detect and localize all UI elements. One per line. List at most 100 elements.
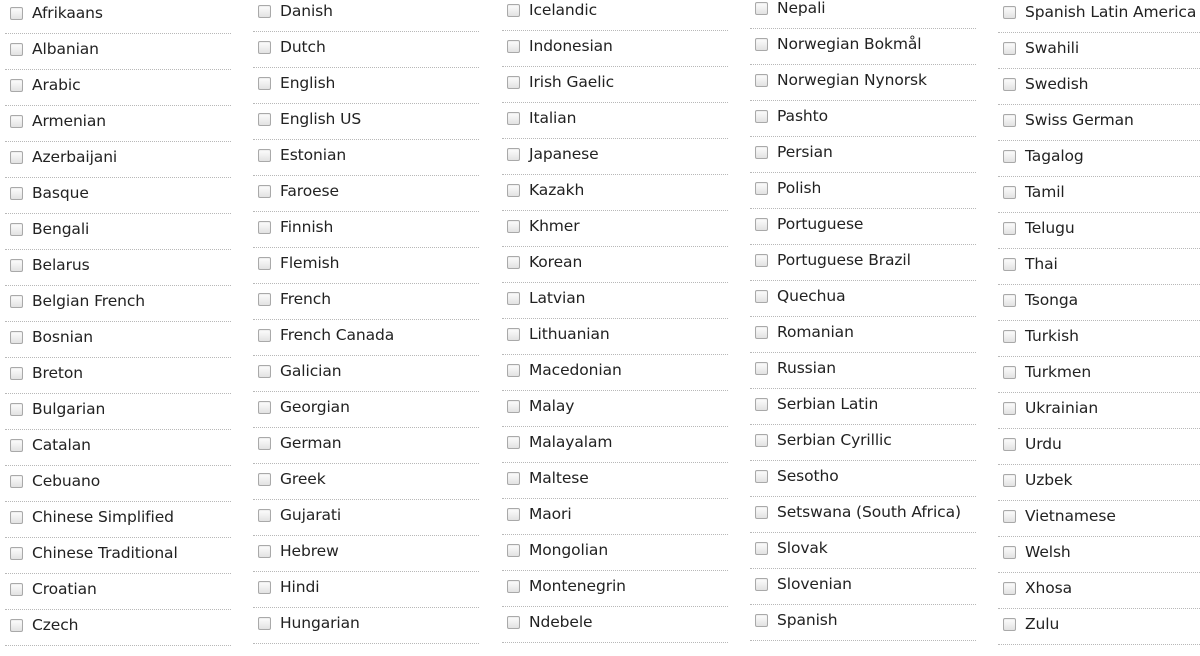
language-label[interactable]: Czech bbox=[32, 616, 78, 634]
checkbox[interactable] bbox=[258, 221, 271, 234]
language-option[interactable]: Khmer bbox=[502, 211, 728, 247]
language-option[interactable]: Albanian bbox=[5, 34, 231, 70]
language-label[interactable]: Gujarati bbox=[280, 506, 341, 524]
language-option[interactable]: Estonian bbox=[253, 140, 479, 176]
checkbox[interactable] bbox=[1003, 222, 1016, 235]
language-label[interactable]: Kazakh bbox=[529, 181, 584, 199]
language-label[interactable]: Croatian bbox=[32, 580, 97, 598]
language-label[interactable]: Greek bbox=[280, 470, 326, 488]
checkbox[interactable] bbox=[10, 439, 23, 452]
language-option[interactable]: Malay bbox=[502, 391, 728, 427]
checkbox[interactable] bbox=[755, 182, 768, 195]
language-label[interactable]: Galician bbox=[280, 362, 342, 380]
language-option[interactable]: Tsonga bbox=[998, 285, 1200, 321]
language-option[interactable]: Ukrainian bbox=[998, 393, 1200, 429]
language-label[interactable]: Afrikaans bbox=[32, 4, 103, 22]
checkbox[interactable] bbox=[10, 151, 23, 164]
checkbox[interactable] bbox=[10, 619, 23, 632]
language-option[interactable]: Italian bbox=[502, 103, 728, 139]
checkbox[interactable] bbox=[755, 74, 768, 87]
language-label[interactable]: Macedonian bbox=[529, 361, 622, 379]
checkbox[interactable] bbox=[507, 508, 520, 521]
checkbox[interactable] bbox=[755, 254, 768, 267]
language-label[interactable]: Georgian bbox=[280, 398, 350, 416]
language-label[interactable]: Turkish bbox=[1025, 327, 1079, 345]
language-option[interactable]: Tamil bbox=[998, 177, 1200, 213]
language-option[interactable]: Spanish bbox=[750, 605, 976, 641]
language-label[interactable]: Zulu bbox=[1025, 615, 1059, 633]
checkbox[interactable] bbox=[755, 110, 768, 123]
language-label[interactable]: Polish bbox=[777, 179, 821, 197]
language-label[interactable]: Albanian bbox=[32, 40, 99, 58]
language-label[interactable]: Mongolian bbox=[529, 541, 608, 559]
language-option[interactable]: Basque bbox=[5, 178, 231, 214]
checkbox[interactable] bbox=[755, 146, 768, 159]
language-label[interactable]: Arabic bbox=[32, 76, 81, 94]
language-label[interactable]: Hindi bbox=[280, 578, 320, 596]
language-label[interactable]: Quechua bbox=[777, 287, 846, 305]
checkbox[interactable] bbox=[1003, 510, 1016, 523]
language-option[interactable]: Breton bbox=[5, 358, 231, 394]
checkbox[interactable] bbox=[507, 4, 520, 17]
checkbox[interactable] bbox=[258, 545, 271, 558]
checkbox[interactable] bbox=[755, 470, 768, 483]
language-label[interactable]: Azerbaijani bbox=[32, 148, 117, 166]
checkbox[interactable] bbox=[1003, 6, 1016, 19]
checkbox[interactable] bbox=[507, 40, 520, 53]
language-option[interactable]: Belarus bbox=[5, 250, 231, 286]
language-label[interactable]: Bosnian bbox=[32, 328, 93, 346]
language-label[interactable]: Catalan bbox=[32, 436, 91, 454]
language-label[interactable]: Hungarian bbox=[280, 614, 360, 632]
language-option[interactable]: Ndebele bbox=[502, 607, 728, 643]
checkbox[interactable] bbox=[1003, 618, 1016, 631]
language-option[interactable]: Bulgarian bbox=[5, 394, 231, 430]
language-label[interactable]: Swiss German bbox=[1025, 111, 1134, 129]
language-option[interactable]: Dutch bbox=[253, 32, 479, 68]
checkbox[interactable] bbox=[258, 185, 271, 198]
checkbox[interactable] bbox=[10, 187, 23, 200]
checkbox[interactable] bbox=[258, 257, 271, 270]
language-option[interactable]: Afrikaans bbox=[5, 0, 231, 34]
checkbox[interactable] bbox=[1003, 258, 1016, 271]
language-option[interactable]: Finnish bbox=[253, 212, 479, 248]
language-option[interactable]: Cebuano bbox=[5, 466, 231, 502]
checkbox[interactable] bbox=[1003, 366, 1016, 379]
language-option[interactable]: Maltese bbox=[502, 463, 728, 499]
checkbox[interactable] bbox=[507, 292, 520, 305]
language-option[interactable]: Malayalam bbox=[502, 427, 728, 463]
language-option[interactable]: Nepali bbox=[750, 0, 976, 29]
language-option[interactable]: Japanese bbox=[502, 139, 728, 175]
checkbox[interactable] bbox=[10, 511, 23, 524]
checkbox[interactable] bbox=[755, 38, 768, 51]
language-label[interactable]: Chinese Simplified bbox=[32, 508, 174, 526]
language-label[interactable]: Norwegian Nynorsk bbox=[777, 71, 927, 89]
checkbox[interactable] bbox=[507, 616, 520, 629]
checkbox[interactable] bbox=[507, 220, 520, 233]
language-label[interactable]: Norwegian Bokmål bbox=[777, 35, 922, 53]
language-option[interactable]: Vietnamese bbox=[998, 501, 1200, 537]
language-label[interactable]: Nepali bbox=[777, 0, 826, 17]
language-option[interactable]: Montenegrin bbox=[502, 571, 728, 607]
checkbox[interactable] bbox=[1003, 546, 1016, 559]
checkbox[interactable] bbox=[10, 547, 23, 560]
language-label[interactable]: Spanish bbox=[777, 611, 838, 629]
language-label[interactable]: Thai bbox=[1025, 255, 1058, 273]
checkbox[interactable] bbox=[755, 398, 768, 411]
checkbox[interactable] bbox=[507, 400, 520, 413]
checkbox[interactable] bbox=[507, 112, 520, 125]
language-label[interactable]: Maltese bbox=[529, 469, 589, 487]
checkbox[interactable] bbox=[258, 149, 271, 162]
language-option[interactable]: Chinese Simplified bbox=[5, 502, 231, 538]
checkbox[interactable] bbox=[258, 41, 271, 54]
language-label[interactable]: Basque bbox=[32, 184, 89, 202]
checkbox[interactable] bbox=[258, 437, 271, 450]
language-label[interactable]: Xhosa bbox=[1025, 579, 1072, 597]
language-option[interactable]: Setswana (South Africa) bbox=[750, 497, 976, 533]
language-option[interactable]: Swedish bbox=[998, 69, 1200, 105]
checkbox[interactable] bbox=[10, 403, 23, 416]
language-option[interactable]: Pashto bbox=[750, 101, 976, 137]
language-option[interactable]: Spanish Latin America bbox=[998, 0, 1200, 33]
language-label[interactable]: Estonian bbox=[280, 146, 346, 164]
language-option[interactable]: English US bbox=[253, 104, 479, 140]
checkbox[interactable] bbox=[258, 293, 271, 306]
